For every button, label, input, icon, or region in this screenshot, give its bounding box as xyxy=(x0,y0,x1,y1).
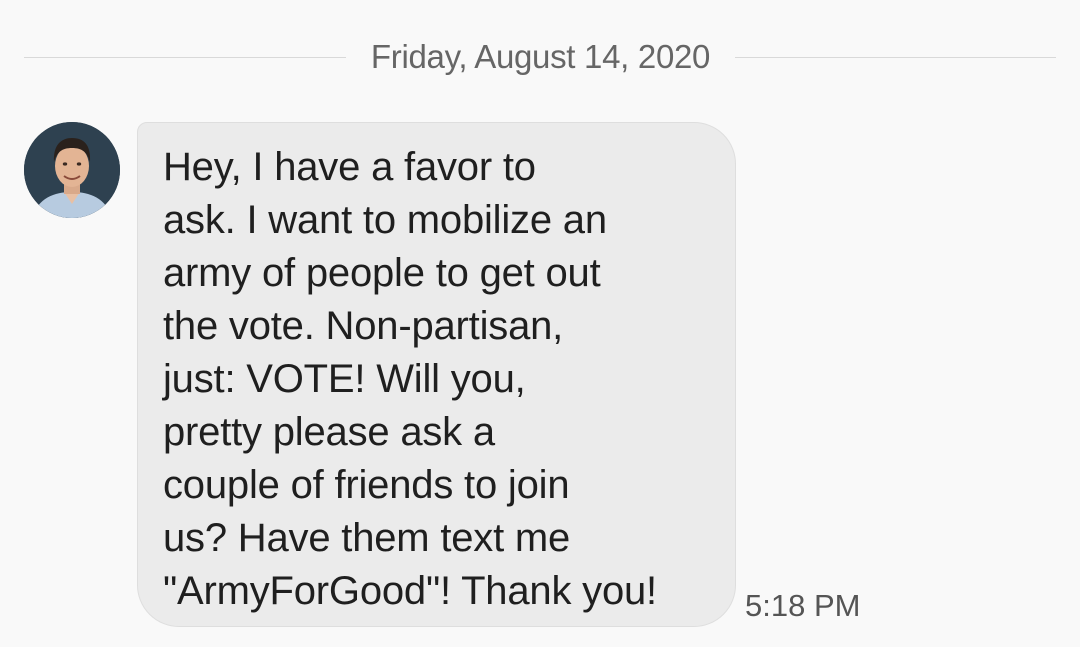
contact-photo-icon xyxy=(24,122,120,218)
date-divider-left xyxy=(24,57,346,58)
date-label: Friday, August 14, 2020 xyxy=(370,38,711,75)
message-text: Hey, I have a favor to ask. I want to mo… xyxy=(163,145,657,613)
received-message-bubble[interactable]: Hey, I have a favor to ask. I want to mo… xyxy=(137,122,736,627)
message-timestamp: 5:18 PM xyxy=(745,588,861,623)
date-separator: Friday, August 14, 2020 xyxy=(0,30,1080,86)
date-divider-right xyxy=(735,57,1056,58)
sender-avatar[interactable] xyxy=(24,122,120,218)
